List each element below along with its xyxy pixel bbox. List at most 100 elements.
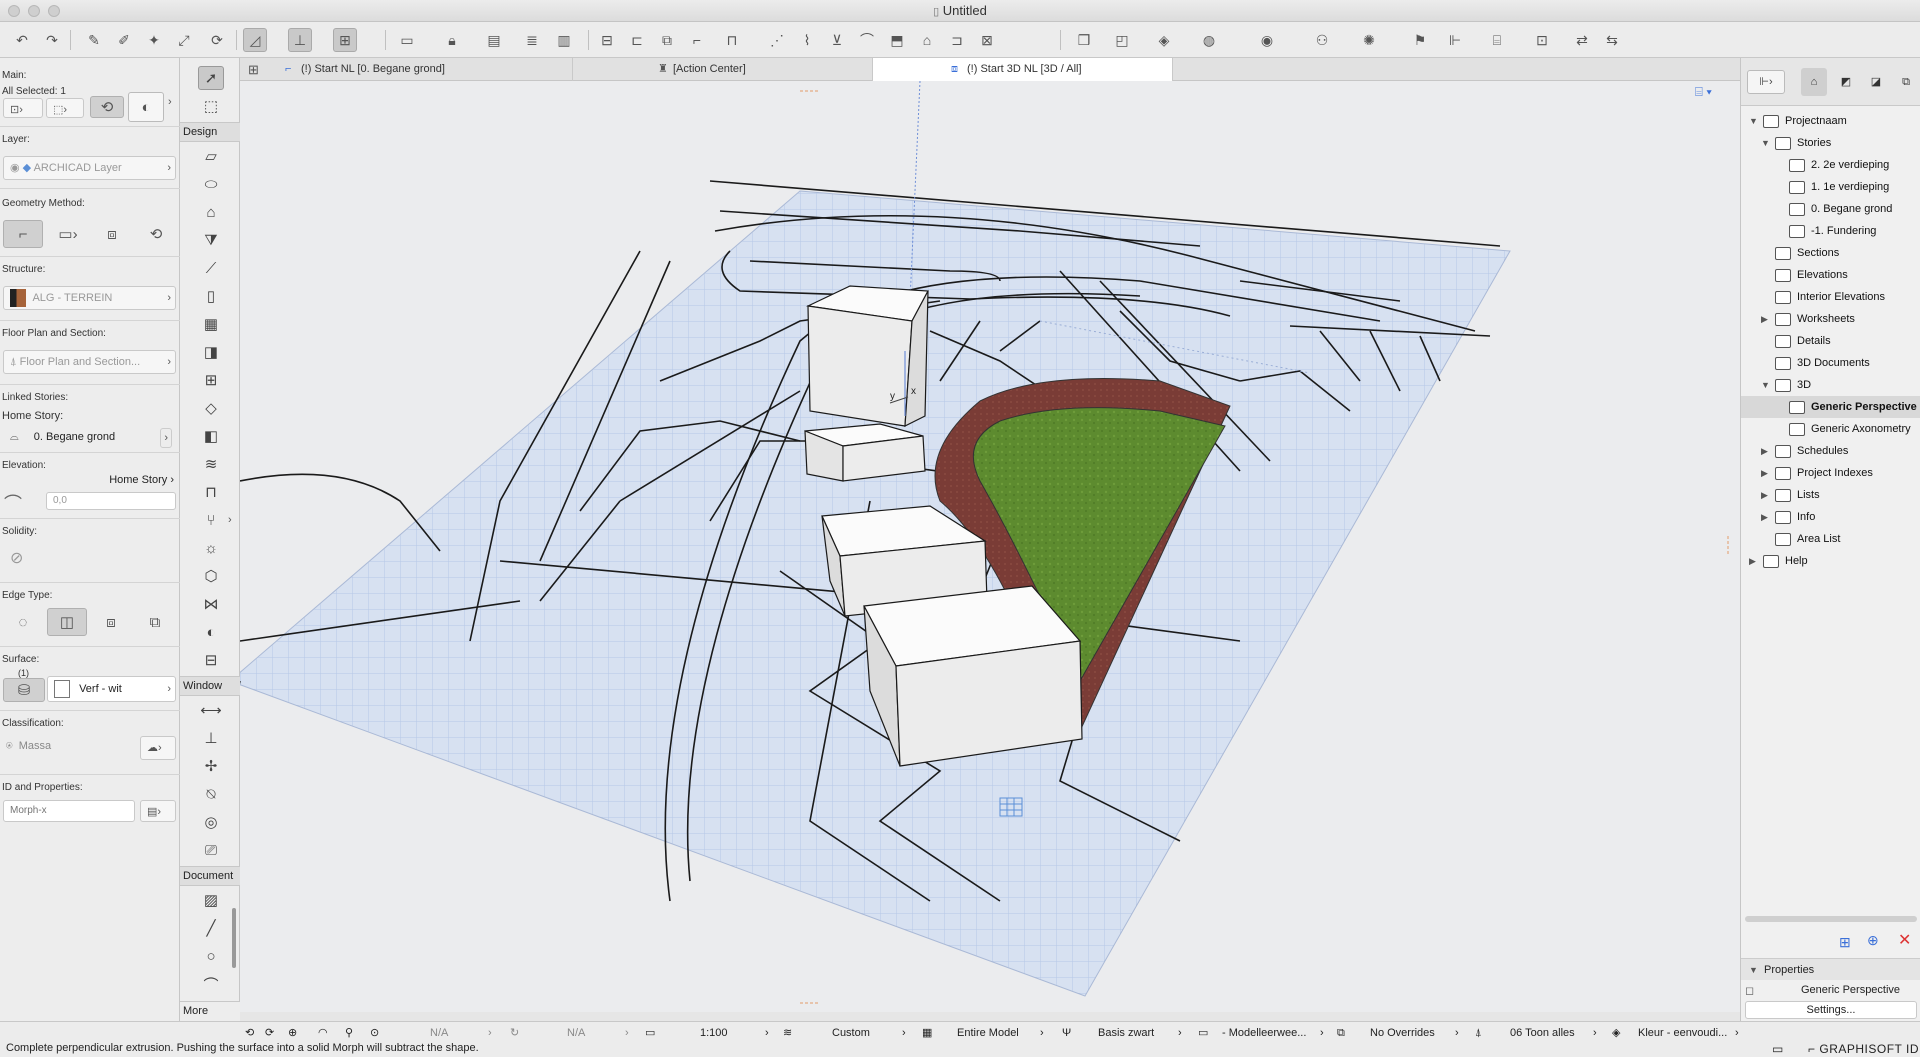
building-small[interactable] [804, 423, 926, 482]
syringe-icon[interactable]: ✐ [112, 28, 136, 52]
users-icon[interactable]: ⚇ [1310, 28, 1334, 52]
document-section[interactable]: Document [180, 866, 240, 886]
chevron-right-icon[interactable]: › [765, 1023, 769, 1043]
intersect-icon[interactable]: ⊻ [825, 28, 849, 52]
section-marker-tool-icon[interactable]: ✢ [198, 754, 224, 778]
curtain-icon[interactable]: ⊠ [975, 28, 999, 52]
cube-outline-icon[interactable]: ◰ [1110, 28, 1134, 52]
sync-icon[interactable]: ⇄ [1570, 28, 1594, 52]
nav-item-story-minus1[interactable]: -1. Fundering [1789, 220, 1876, 242]
zoom-icon[interactable]: ⊕ [288, 1023, 297, 1043]
classification-cloud-button[interactable]: ☁› [140, 736, 176, 760]
stair-tool-icon[interactable]: ≋ [198, 452, 224, 476]
dimension-tool-icon[interactable]: ⟷ [198, 698, 224, 722]
layers-icon[interactable]: ≣ [520, 28, 544, 52]
elevation-marker-tool-icon[interactable]: ⍉ [198, 782, 224, 806]
object-tool-icon[interactable]: ⑂ [198, 508, 224, 532]
solid-ops-icon[interactable]: ◈ [1152, 28, 1176, 52]
adjust-icon[interactable]: ⌇ [795, 28, 819, 52]
nav-item-lists[interactable]: Lists [1775, 484, 1820, 506]
shell-tool-icon[interactable]: ⧩ [198, 228, 224, 252]
hierarchy-icon[interactable]: ⊩ [1443, 28, 1467, 52]
nav-item-project[interactable]: Projectnaam [1763, 110, 1847, 132]
window-tool-icon[interactable]: ⊞ [198, 368, 224, 392]
nav-item-interior-elevations[interactable]: Interior Elevations [1775, 286, 1885, 308]
rectangle-select-icon[interactable]: ▭ [395, 28, 419, 52]
clone-view-icon[interactable]: ⊕ [1867, 932, 1879, 949]
nav-item-story-1[interactable]: 1. 1e verdieping [1789, 176, 1889, 198]
color-wheel-icon[interactable]: ✺ [1357, 28, 1381, 52]
layer-selector[interactable]: ◉ ◆ ARCHICAD Layer › [3, 156, 176, 180]
layout-book-tab[interactable]: ◪ [1863, 68, 1889, 96]
nav-item-stories[interactable]: Stories [1775, 132, 1831, 154]
chevron-right-icon[interactable]: › [1455, 1023, 1459, 1043]
fit-icon[interactable]: ⊙ [370, 1023, 379, 1043]
zoom-in-icon[interactable]: ⟳ [265, 1023, 274, 1043]
arrow-tool-icon[interactable]: ➚ [198, 66, 224, 90]
worksheet-tool-icon[interactable]: ◎ [198, 810, 224, 834]
chevron-right-icon[interactable]: › [488, 1023, 492, 1043]
nav-item-worksheets[interactable]: Worksheets [1775, 308, 1855, 330]
slab-tool-icon[interactable]: ⬭ [198, 172, 224, 196]
curtain-wall-tool-icon[interactable]: ▦ [198, 312, 224, 336]
model-view-options-selector[interactable]: - Modelleerwee... [1222, 1023, 1306, 1043]
properties-button[interactable]: ▤› [140, 800, 176, 822]
elevation-reference-selector[interactable]: Home Story › [90, 474, 176, 486]
edge-hidden-button[interactable]: ◫ [47, 608, 87, 636]
marquee-button[interactable]: ⬚› [46, 98, 84, 118]
edge-sharp-button[interactable]: ⧈ [91, 608, 131, 636]
corner-window-tool-icon[interactable]: ◧ [198, 424, 224, 448]
marquee-tool-icon[interactable]: ⬚ [198, 94, 224, 118]
snap-icon[interactable]: ⊥ [288, 28, 312, 52]
chevron-right-icon[interactable]: › [1040, 1023, 1044, 1043]
globe-icon[interactable]: ◉ [1255, 28, 1279, 52]
view-settings-button[interactable]: ⌸ ▾ [1695, 81, 1739, 103]
railing-tool-icon[interactable]: ⊓ [198, 480, 224, 504]
surface-paint-button[interactable]: ⛁ [3, 678, 45, 702]
distribute-icon[interactable]: ⊏ [625, 28, 649, 52]
lamp-tool-icon[interactable]: ☼ [198, 536, 224, 560]
fill-tool-icon[interactable]: ▨ [198, 888, 224, 912]
skylight-tool-icon[interactable]: ◇ [198, 396, 224, 420]
nav-item-elevations[interactable]: Elevations [1775, 264, 1848, 286]
tab-3d-view[interactable]: ⧈ (!) Start 3D NL [3D / All] [873, 58, 1173, 81]
view-map-tab[interactable]: ◩ [1833, 68, 1859, 96]
level-dimension-tool-icon[interactable]: ⊥ [198, 726, 224, 750]
home-story-selector[interactable]: ⌓ 0. Begane grond › [10, 428, 176, 448]
nav-item-area-list[interactable]: Area List [1775, 528, 1840, 550]
door-tool-icon[interactable]: ◨ [198, 340, 224, 364]
design-section[interactable]: Design [180, 122, 240, 142]
chevron-right-icon[interactable]: › [1735, 1023, 1739, 1043]
nav-item-sections[interactable]: Sections [1775, 242, 1839, 264]
minimize-window-button[interactable] [28, 5, 40, 17]
guide-line-icon[interactable]: ◿ [243, 28, 267, 52]
nav-item-details[interactable]: Details [1775, 330, 1831, 352]
selection-set-button[interactable]: ⊡› [3, 98, 43, 118]
teamwork-icon[interactable]: ⇆ [1600, 28, 1624, 52]
properties-header[interactable]: ▼ Properties [1741, 958, 1920, 980]
roof-tool-icon[interactable]: ⌂ [198, 200, 224, 224]
navigator-menu-button[interactable]: ⊩› [1747, 70, 1785, 94]
fillet-icon[interactable]: ⌒ [855, 28, 879, 52]
resize-icon[interactable]: ⬒ [885, 28, 909, 52]
nav-item-generic-axonometry[interactable]: Generic Axonometry [1789, 418, 1911, 440]
renovation-filter-selector[interactable]: 06 Toon alles [1510, 1023, 1575, 1043]
nav-item-project-indexes[interactable]: Project Indexes [1775, 462, 1873, 484]
hatch-icon[interactable]: ▥ [552, 28, 576, 52]
nav-item-info[interactable]: Info [1775, 506, 1815, 528]
redo-icon[interactable]: ↷ [40, 28, 64, 52]
chevron-right-icon[interactable]: › [625, 1023, 629, 1043]
id-input[interactable] [3, 800, 135, 822]
publish-icon[interactable]: ⊡ [1530, 28, 1554, 52]
view-icon[interactable]: ⌸ [1485, 28, 1509, 52]
align-icon[interactable]: ⊟ [595, 28, 619, 52]
window-section[interactable]: Window [180, 676, 240, 696]
chevron-right-icon[interactable]: › [1320, 1023, 1324, 1043]
classification-selector[interactable]: ⍟ Massa [6, 740, 51, 753]
orbit-icon[interactable]: ◠ [318, 1023, 328, 1043]
layer-combination-selector[interactable]: Custom [832, 1023, 870, 1043]
beam-pattern-tool-icon[interactable]: ⊟ [198, 648, 224, 672]
flag-icon[interactable]: ⚑ [1408, 28, 1432, 52]
cube-icon[interactable]: ❒ [1072, 28, 1096, 52]
building-tall[interactable] [805, 285, 929, 428]
